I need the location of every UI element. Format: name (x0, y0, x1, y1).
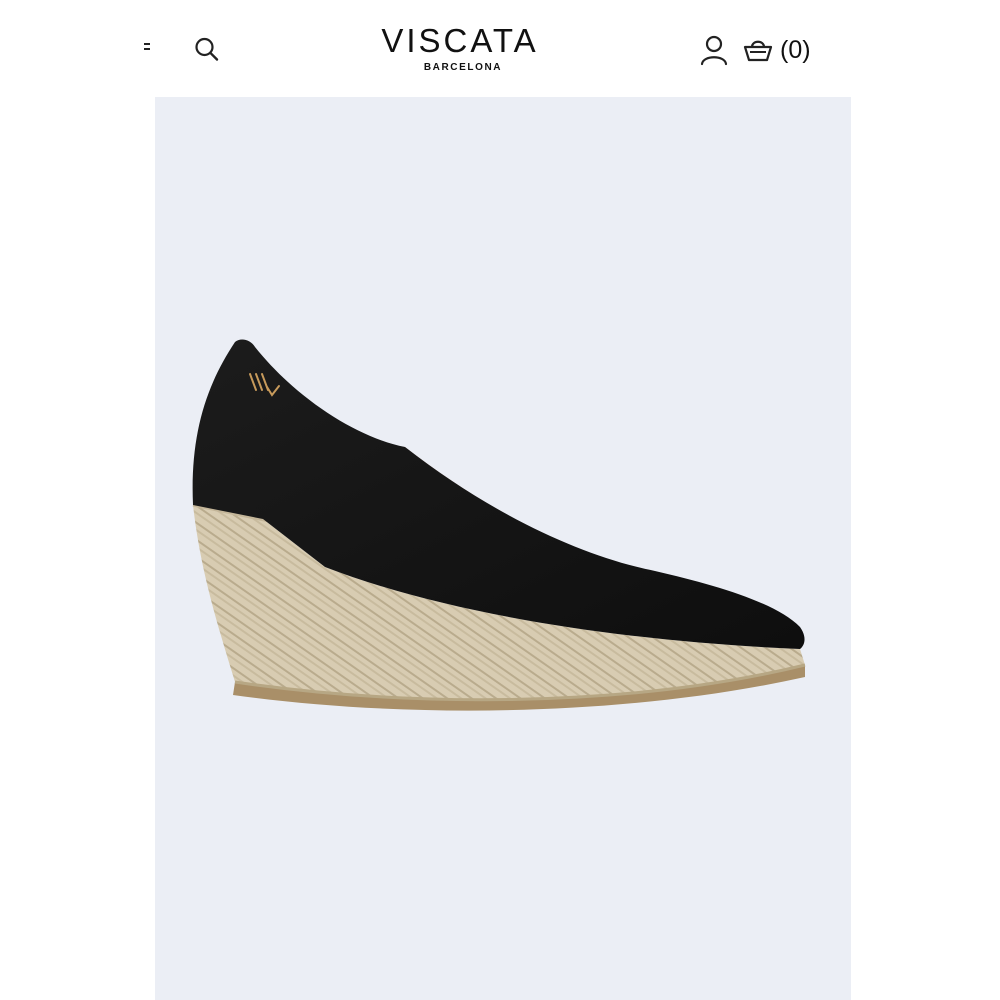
site-header: VISCATA BARCELONA (0) (0, 0, 1000, 97)
espadrille-wedge-shoe-image (192, 339, 806, 711)
menu-icon (144, 43, 150, 50)
basket-icon (743, 40, 773, 62)
cart-button[interactable]: (0) (742, 33, 832, 67)
product-image-panel[interactable] (155, 97, 851, 1000)
user-icon (700, 35, 728, 66)
search-button[interactable] (192, 34, 222, 64)
search-icon (195, 37, 219, 61)
menu-button[interactable] (140, 38, 154, 60)
logo-wordmark: VISCATA (381, 22, 539, 59)
account-button[interactable] (698, 33, 730, 67)
cart-count: (0) (780, 35, 811, 64)
brand-logo[interactable]: VISCATA BARCELONA (360, 22, 560, 74)
logo-subtitle: BARCELONA (423, 62, 503, 73)
